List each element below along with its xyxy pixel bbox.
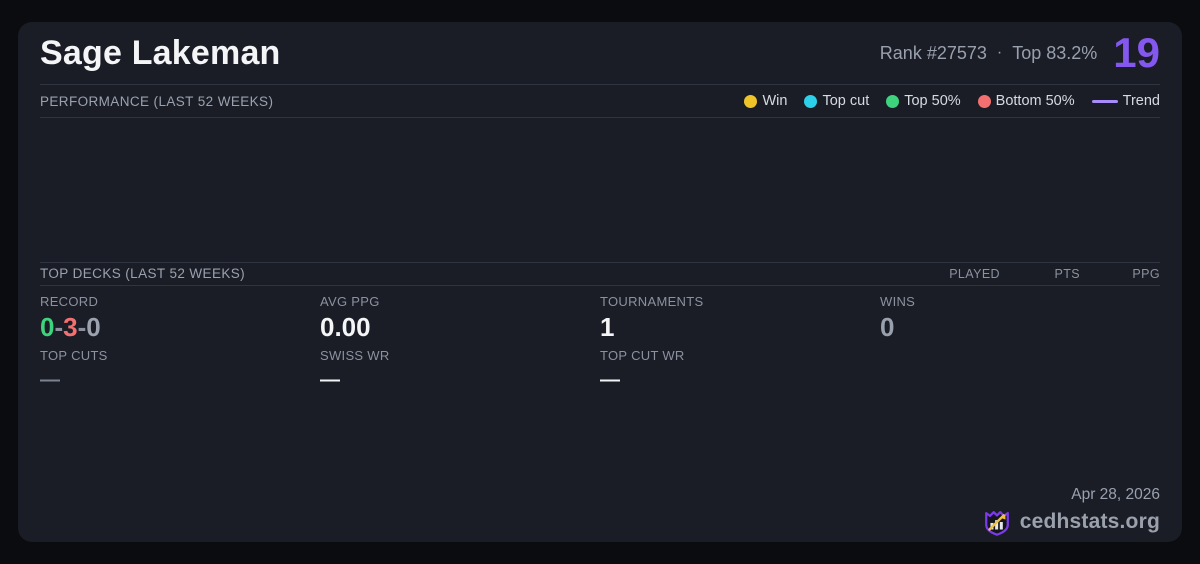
record-wins: 0: [40, 312, 54, 342]
record-value: 0-3-0: [40, 313, 320, 343]
topcut-dot-icon: [804, 95, 817, 108]
top-decks-column-headers: PLAYED PTS PPG: [920, 267, 1160, 281]
top-percent-text: Top 83.2%: [1012, 43, 1097, 64]
card-header: Sage Lakeman Rank #27573 · Top 83.2% 19: [40, 22, 1160, 84]
tournaments-value: 1: [600, 313, 880, 343]
bottom50-dot-icon: [978, 95, 991, 108]
wins-label: WINS: [880, 295, 1160, 310]
avg-ppg-label: AVG PPG: [320, 295, 600, 310]
legend-label: Top 50%: [904, 93, 960, 109]
wins-value: 0: [880, 313, 1160, 343]
rank-text: Rank #27573: [880, 43, 987, 64]
rank-separator: ·: [997, 44, 1002, 62]
swiss-wr-label: SWISS WR: [320, 349, 600, 364]
legend-item-trend: Trend: [1092, 93, 1160, 109]
column-header-played: PLAYED: [920, 267, 1000, 281]
rank-line: Rank #27573 · Top 83.2%: [880, 43, 1097, 64]
legend-label: Top cut: [822, 93, 869, 109]
column-header-ppg: PPG: [1080, 267, 1160, 281]
performance-header-row: PERFORMANCE (LAST 52 WEEKS) Win Top cut …: [40, 85, 1160, 117]
stats-card-page: { "theme": { "page_bg": "#0b0c10", "card…: [0, 0, 1200, 564]
avg-ppg-value: 0.00: [320, 313, 600, 343]
win-dot-icon: [744, 95, 757, 108]
record-draws: 0: [86, 312, 100, 342]
card-footer: Apr 28, 2026 cedhstats.org: [880, 342, 1160, 542]
top-decks-header-row: TOP DECKS (LAST 52 WEEKS) PLAYED PTS PPG: [40, 263, 1160, 285]
legend-item-win: Win: [744, 93, 787, 109]
legend-label: Win: [762, 93, 787, 109]
record-separator: -: [78, 312, 87, 342]
brand-name: cedhstats.org: [1020, 510, 1160, 534]
stat-col-record: RECORD 0-3-0 TOP CUTS —: [40, 286, 320, 542]
summary-stats: RECORD 0-3-0 TOP CUTS — AVG PPG 0.00 SWI…: [40, 286, 1160, 542]
score-badge: 19: [1113, 32, 1160, 74]
legend-item-topcut: Top cut: [804, 93, 869, 109]
record-losses: 3: [63, 312, 77, 342]
top-cut-wr-label: TOP CUT WR: [600, 349, 880, 364]
legend-label: Trend: [1123, 93, 1160, 109]
swiss-wr-value: —: [320, 370, 600, 390]
footer-date: Apr 28, 2026: [1071, 486, 1160, 504]
top-cut-wr-value: —: [600, 370, 880, 390]
page-title: Sage Lakeman: [40, 34, 281, 73]
top-cuts-label: TOP CUTS: [40, 349, 320, 364]
performance-title: PERFORMANCE (LAST 52 WEEKS): [40, 94, 273, 109]
legend-item-bottom50: Bottom 50%: [978, 93, 1075, 109]
cedhstats-logo-icon: [982, 507, 1012, 537]
player-stats-card: Sage Lakeman Rank #27573 · Top 83.2% 19 …: [18, 22, 1182, 542]
chart-legend: Win Top cut Top 50% Bottom 50% Trend: [744, 93, 1160, 109]
tournaments-label: TOURNAMENTS: [600, 295, 880, 310]
rank-group: Rank #27573 · Top 83.2% 19: [880, 32, 1160, 74]
brand-row: cedhstats.org: [982, 507, 1160, 537]
top-decks-title: TOP DECKS (LAST 52 WEEKS): [40, 266, 245, 281]
legend-item-top50: Top 50%: [886, 93, 960, 109]
performance-chart-area: [40, 118, 1160, 262]
record-label: RECORD: [40, 295, 320, 310]
top-cuts-value: —: [40, 370, 320, 390]
column-header-pts: PTS: [1000, 267, 1080, 281]
top50-dot-icon: [886, 95, 899, 108]
stat-col-wins: WINS 0 Apr 28, 2026 cedhstats.org: [880, 286, 1160, 542]
stat-col-tournaments: TOURNAMENTS 1 TOP CUT WR —: [600, 286, 880, 542]
stat-col-avg-ppg: AVG PPG 0.00 SWISS WR —: [320, 286, 600, 542]
legend-label: Bottom 50%: [996, 93, 1075, 109]
record-separator: -: [54, 312, 63, 342]
trend-line-icon: [1092, 100, 1118, 103]
